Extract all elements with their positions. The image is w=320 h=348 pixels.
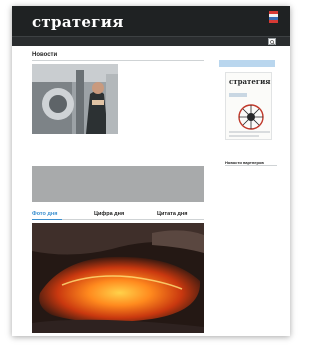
ad-banner[interactable] xyxy=(32,166,204,202)
active-tab-indicator xyxy=(32,219,62,220)
language-flag-icon[interactable] xyxy=(269,11,278,25)
news-list-item[interactable] xyxy=(122,100,204,118)
divider xyxy=(225,165,277,166)
tab-quote-of-day[interactable]: Цитата дня xyxy=(157,211,187,217)
page-frame: стратегия Новости Фото дня Цифра дня Цит… xyxy=(12,6,290,336)
tab-figure-of-day[interactable]: Цифра дня xyxy=(94,211,124,217)
news-list-item[interactable] xyxy=(122,118,204,136)
main-nav xyxy=(12,36,290,46)
news-list xyxy=(122,64,204,136)
site-header: стратегия xyxy=(12,6,290,36)
lava-image xyxy=(32,223,204,333)
search-button[interactable] xyxy=(268,38,276,45)
factory-worker-image xyxy=(32,64,118,134)
photo-of-day[interactable] xyxy=(32,223,204,333)
news-section-title: Новости xyxy=(32,52,58,58)
flag-stripe xyxy=(269,20,278,23)
search-icon xyxy=(270,39,275,45)
main-news-photo[interactable] xyxy=(32,64,118,134)
tab-photo-of-day[interactable]: Фото дня xyxy=(32,211,57,217)
subscribe-button[interactable] xyxy=(219,60,275,67)
partners-news-list xyxy=(225,168,280,171)
news-list-item[interactable] xyxy=(122,82,204,100)
magazine-cover-art xyxy=(229,93,270,137)
day-tabs: Фото дня Цифра дня Цитата дня xyxy=(32,211,204,221)
site-logo[interactable]: стратегия xyxy=(32,13,124,31)
news-list-item[interactable] xyxy=(122,64,204,82)
magazine-cover[interactable]: стратегия xyxy=(225,72,272,140)
divider xyxy=(32,60,204,61)
